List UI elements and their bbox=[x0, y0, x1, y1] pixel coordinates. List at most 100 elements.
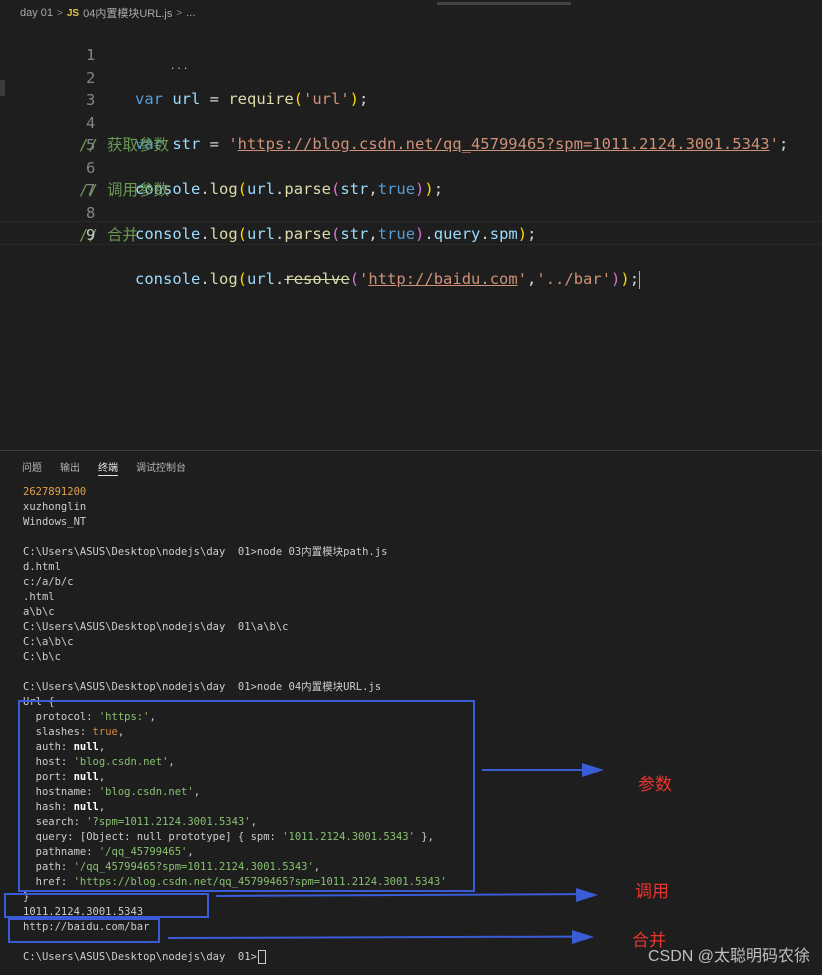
tab-debug-console[interactable]: 调试控制台 bbox=[136, 459, 186, 476]
bracket: ( bbox=[293, 90, 303, 108]
line-number: 6 bbox=[85, 158, 96, 177]
function-name: parse bbox=[284, 180, 332, 198]
arrow-right-icon bbox=[572, 930, 594, 944]
identifier: str bbox=[340, 225, 369, 243]
bracket: ) bbox=[349, 90, 360, 108]
terminal-line: a\b\c bbox=[23, 606, 55, 618]
text-cursor bbox=[639, 270, 641, 289]
line-number: 7 bbox=[85, 181, 96, 199]
chevron-right-icon: > bbox=[57, 7, 63, 19]
code-editor[interactable]: 1 var url = require('url'); ... 2 3 var … bbox=[0, 20, 822, 450]
terminal-line: C:\a\b\c bbox=[23, 636, 74, 648]
comma: , bbox=[527, 270, 537, 288]
arrow-right-icon bbox=[576, 888, 598, 902]
arrow-right-icon bbox=[582, 763, 604, 777]
identifier: url bbox=[163, 90, 201, 108]
line-number: 8 bbox=[85, 203, 96, 222]
terminal-line: d.html bbox=[23, 561, 61, 573]
code-line-9[interactable]: 9 console.log(url.resolve('http://baidu.… bbox=[0, 202, 641, 289]
function-name: log bbox=[209, 225, 238, 243]
breadcrumb-symbol[interactable]: ... bbox=[186, 7, 195, 19]
terminal-line: 2627891200 bbox=[23, 486, 87, 498]
js-file-icon: JS bbox=[66, 7, 80, 19]
code-line-5[interactable]: 5 console.log(url.parse(str,true)); bbox=[0, 112, 443, 198]
boolean: true bbox=[377, 180, 416, 198]
code-line-7[interactable]: 7 console.log(url.parse(str,true).query.… bbox=[0, 157, 536, 243]
line-number: 3 bbox=[85, 91, 96, 109]
bracket: ) bbox=[424, 180, 434, 198]
identifier: console bbox=[135, 270, 201, 288]
dot: . bbox=[275, 180, 285, 198]
identifier: url bbox=[247, 180, 276, 198]
resolve-output-highlight-box bbox=[8, 918, 160, 943]
chevron-right-icon: > bbox=[176, 7, 183, 19]
bracket: ( bbox=[331, 225, 341, 243]
url-object-highlight-box bbox=[18, 700, 475, 892]
breadcrumb-folder[interactable]: day 01 bbox=[20, 7, 53, 19]
horizontal-scrollbar[interactable] bbox=[437, 2, 571, 5]
identifier: str bbox=[340, 180, 369, 198]
terminal-line: .html bbox=[23, 591, 55, 603]
keyword: var bbox=[135, 90, 163, 108]
tab-output[interactable]: 输出 bbox=[60, 459, 80, 476]
line-number: 1 bbox=[85, 46, 96, 64]
function-name: parse bbox=[284, 225, 332, 243]
url-link[interactable]: http://baidu.com bbox=[368, 270, 517, 288]
arrow-params-shaft bbox=[482, 769, 582, 771]
function-name: log bbox=[209, 180, 238, 198]
line-number: 4 bbox=[85, 113, 96, 132]
bracket: ) bbox=[415, 180, 425, 198]
identifier: url bbox=[247, 270, 276, 288]
string-quote: ' bbox=[228, 135, 238, 153]
dot: . bbox=[275, 270, 285, 288]
boolean: true bbox=[377, 225, 416, 243]
code-line-4[interactable]: 4 // 获取参数 bbox=[0, 90, 169, 154]
semicolon: ; bbox=[359, 90, 369, 108]
line-number: 9 bbox=[85, 226, 96, 244]
panel-tabs: 问题 输出 终端 调试控制台 bbox=[22, 459, 186, 476]
dot: . bbox=[424, 225, 434, 243]
terminal-line: C:\b\c bbox=[23, 651, 61, 663]
property: query bbox=[433, 225, 481, 243]
semicolon: ; bbox=[629, 270, 640, 288]
string-quote: ' bbox=[517, 270, 528, 288]
bracket: ) bbox=[611, 270, 621, 288]
terminal-line: Windows_NT bbox=[23, 516, 87, 528]
code-line-6[interactable]: 6 // 调用参数 bbox=[0, 135, 169, 199]
string-quote: ' bbox=[769, 135, 779, 153]
bracket: ) bbox=[620, 270, 630, 288]
code-line-1[interactable]: 1 var url = require('url'); bbox=[0, 22, 368, 108]
tab-problems[interactable]: 问题 bbox=[22, 459, 42, 476]
string-literal: 'url' bbox=[303, 90, 350, 108]
suggestion-dots: ... bbox=[170, 62, 190, 72]
tab-terminal[interactable]: 终端 bbox=[98, 459, 118, 476]
terminal-line: C:\Users\ASUS\Desktop\nodejs\day 01>node… bbox=[23, 546, 388, 558]
annotation-call: 调用 bbox=[635, 882, 669, 902]
annotation-params: 参数 bbox=[638, 775, 672, 795]
terminal-line: C:\Users\ASUS\Desktop\nodejs\day 01\a\b\… bbox=[23, 621, 289, 633]
terminal-cursor bbox=[257, 950, 266, 964]
operator: = bbox=[200, 90, 229, 108]
property: spm bbox=[489, 225, 518, 243]
bracket: ( bbox=[237, 225, 248, 243]
terminal-prompt[interactable]: C:\Users\ASUS\Desktop\nodejs\day 01> bbox=[23, 951, 257, 963]
bracket: ( bbox=[331, 180, 341, 198]
string-literal: '../bar' bbox=[536, 270, 612, 288]
breadcrumb-file[interactable]: 04内置模块URL.js bbox=[83, 5, 172, 21]
line-number: 5 bbox=[85, 136, 96, 154]
comma: , bbox=[368, 180, 378, 198]
code-line-3[interactable]: 3 var str = 'https://blog.csdn.net/qq_45… bbox=[0, 67, 788, 153]
identifier: console bbox=[135, 225, 201, 243]
bracket: ( bbox=[237, 180, 248, 198]
terminal-line: xuzhonglin bbox=[23, 501, 87, 513]
dot: . bbox=[200, 270, 210, 288]
line-number: 2 bbox=[85, 68, 96, 87]
semicolon: ; bbox=[527, 225, 537, 243]
url-link[interactable]: https://blog.csdn.net/qq_45799465?spm=10… bbox=[238, 135, 770, 153]
code-line-2[interactable]: 2 bbox=[0, 45, 95, 87]
bracket: ) bbox=[415, 225, 425, 243]
dot: . bbox=[200, 180, 210, 198]
dot: . bbox=[200, 225, 210, 243]
code-line-8[interactable]: 8 // 合并 bbox=[0, 180, 138, 244]
deprecated-function-name: resolve bbox=[284, 270, 350, 288]
